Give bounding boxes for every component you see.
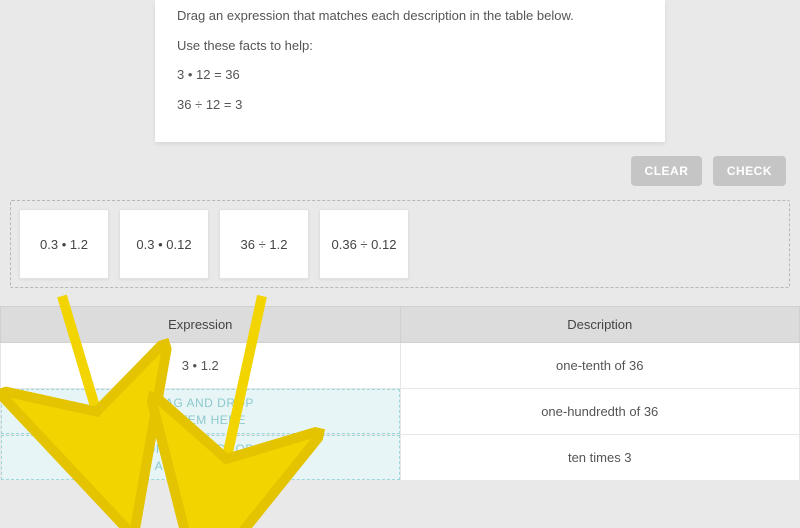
table-row: DRAG AND DROPAN ITEM HERE ten times 3 xyxy=(1,435,800,481)
expression-tile[interactable]: 0.3 • 0.12 xyxy=(119,209,209,279)
header-description: Description xyxy=(400,307,800,343)
expression-tile[interactable]: 0.36 ÷ 0.12 xyxy=(319,209,409,279)
dropzone-label: DRAG AND DROPAN ITEM HERE xyxy=(1,435,400,480)
description-cell: one-hundredth of 36 xyxy=(400,389,800,435)
fact-2: 36 ÷ 12 = 3 xyxy=(177,95,643,115)
header-expression: Expression xyxy=(1,307,401,343)
expression-dropzone[interactable]: DRAG AND DROPAN ITEM HERE xyxy=(1,389,401,435)
instruction-line-1: Drag an expression that matches each des… xyxy=(177,6,643,26)
description-cell: ten times 3 xyxy=(400,435,800,481)
expression-tile-tray: 0.3 • 1.2 0.3 • 0.12 36 ÷ 1.2 0.36 ÷ 0.1… xyxy=(10,200,790,288)
instruction-card: Drag an expression that matches each des… xyxy=(155,0,665,142)
description-cell: one-tenth of 36 xyxy=(400,343,800,389)
fact-1: 3 • 12 = 36 xyxy=(177,65,643,85)
check-button[interactable]: CHECK xyxy=(713,156,786,186)
table-row: 3 • 1.2 one-tenth of 36 xyxy=(1,343,800,389)
expression-tile[interactable]: 36 ÷ 1.2 xyxy=(219,209,309,279)
clear-button[interactable]: CLEAR xyxy=(631,156,703,186)
table-row: DRAG AND DROPAN ITEM HERE one-hundredth … xyxy=(1,389,800,435)
answer-table: Expression Description 3 • 1.2 one-tenth… xyxy=(0,306,800,481)
dropzone-label: DRAG AND DROPAN ITEM HERE xyxy=(1,389,400,434)
expression-cell: 3 • 1.2 xyxy=(1,343,401,389)
expression-tile[interactable]: 0.3 • 1.2 xyxy=(19,209,109,279)
instruction-line-2: Use these facts to help: xyxy=(177,36,643,56)
action-button-row: CLEAR CHECK xyxy=(0,142,800,196)
expression-dropzone[interactable]: DRAG AND DROPAN ITEM HERE xyxy=(1,435,401,481)
